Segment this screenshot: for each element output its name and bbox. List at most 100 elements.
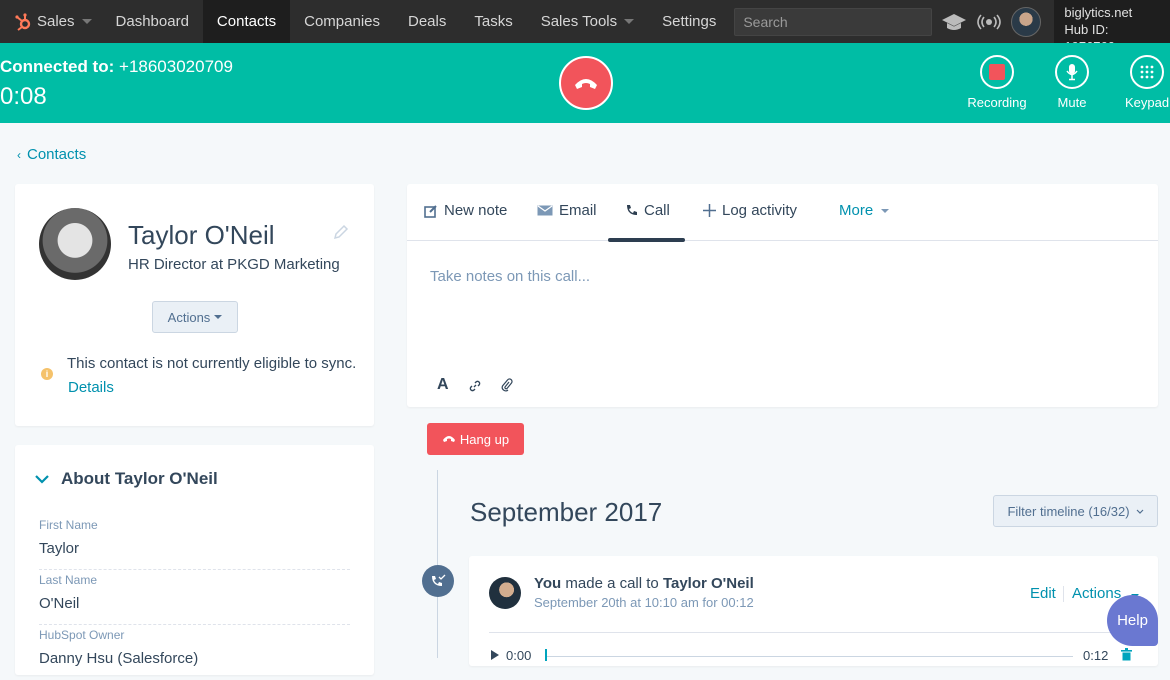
end-call-button[interactable] xyxy=(559,56,613,110)
user-avatar xyxy=(1011,6,1042,37)
contact-title: HR Director at PKGD Marketing xyxy=(128,256,340,273)
tab-label: Call xyxy=(644,202,670,219)
user-menu[interactable] xyxy=(1007,0,1054,43)
record-icon xyxy=(989,64,1005,80)
tab-label: Email xyxy=(559,202,597,219)
activity-edit-link[interactable]: Edit xyxy=(1030,585,1056,602)
notifications-broadcast-icon[interactable] xyxy=(972,0,1007,43)
keypad-button[interactable]: Keypad xyxy=(1112,55,1170,110)
microphone-icon xyxy=(1066,64,1078,81)
connected-status: Connected to: +18603020709 xyxy=(0,57,233,77)
nav-companies[interactable]: Companies xyxy=(290,0,394,43)
recording-button[interactable]: Recording xyxy=(962,55,1032,110)
chevron-down-icon xyxy=(1136,509,1143,514)
field-label: HubSpot Owner xyxy=(39,628,125,642)
caret-down-icon xyxy=(624,19,635,24)
tab-new-note[interactable]: New note xyxy=(424,202,507,219)
field-value: O'Neil xyxy=(39,595,80,612)
contact-actions-button[interactable]: Actions xyxy=(152,301,238,333)
about-section-toggle[interactable]: About Taylor O'Neil xyxy=(35,469,218,489)
nav-contacts[interactable]: Contacts xyxy=(202,0,291,43)
connected-phone: +18603020709 xyxy=(119,57,233,76)
caret-down-icon xyxy=(81,19,92,24)
tab-label: Log activity xyxy=(722,202,798,219)
chevron-down-icon xyxy=(35,474,49,484)
timeline-line xyxy=(437,470,438,658)
phone-icon xyxy=(627,205,637,215)
mute-label: Mute xyxy=(1057,95,1087,110)
mute-button[interactable]: Mute xyxy=(1037,55,1107,110)
actions-label: Actions xyxy=(167,309,211,325)
tab-log-activity[interactable]: Log activity xyxy=(703,202,797,219)
contact-avatar xyxy=(39,208,111,280)
keypad-icon xyxy=(1140,65,1154,79)
field-label: First Name xyxy=(39,518,98,532)
caret-down-icon xyxy=(214,315,223,319)
tab-call[interactable]: Call xyxy=(625,202,670,219)
connected-label: Connected to: xyxy=(0,57,115,76)
hang-up-icon xyxy=(575,79,597,89)
call-completed-icon xyxy=(422,565,454,597)
search-input[interactable] xyxy=(734,7,933,36)
attachment-icon[interactable] xyxy=(501,378,513,397)
first-name-field[interactable]: First Name Taylor xyxy=(39,515,350,570)
chevron-down-icon xyxy=(881,208,890,213)
academy-icon[interactable] xyxy=(936,0,971,43)
activity-action: made a call to xyxy=(561,575,663,592)
tab-label: More xyxy=(839,202,874,219)
about-card: About Taylor O'Neil First Name Taylor La… xyxy=(15,445,374,675)
filter-label: Filter timeline (16/32) xyxy=(1007,503,1130,519)
filter-timeline-button[interactable]: Filter timeline (16/32) xyxy=(993,495,1158,527)
activity-timestamp: September 20th at 10:10 am for 00:12 xyxy=(534,595,754,610)
hubspot-logo-icon xyxy=(15,12,31,31)
keypad-label: Keypad xyxy=(1124,95,1170,110)
actions-label: Actions xyxy=(1072,585,1122,602)
help-button[interactable]: Help xyxy=(1107,595,1158,646)
hang-up-icon xyxy=(442,436,455,442)
active-tab-indicator xyxy=(608,238,685,242)
pencil-edit-icon[interactable] xyxy=(333,224,349,245)
back-to-contacts-link[interactable]: ‹ Contacts xyxy=(17,146,86,163)
activity-title: You made a call to Taylor O'Neil xyxy=(534,575,754,592)
nav-sales-tools[interactable]: Sales Tools xyxy=(527,0,648,43)
tab-label: New note xyxy=(444,202,508,219)
hang-up-button[interactable]: Hang up xyxy=(427,423,524,455)
last-name-field[interactable]: Last Name O'Neil xyxy=(39,570,350,625)
call-notes-input[interactable] xyxy=(430,268,1130,285)
link-icon[interactable] xyxy=(469,379,481,397)
brand-label: Sales xyxy=(37,13,75,30)
tab-more[interactable]: More xyxy=(839,202,890,219)
divider xyxy=(489,632,1139,633)
audio-progress-track[interactable] xyxy=(545,656,1073,657)
account-info[interactable]: biglytics.net Hub ID: 1976760 xyxy=(1054,0,1170,54)
field-value: Taylor xyxy=(39,540,80,557)
top-nav: Sales Dashboard Contacts Companies Deals… xyxy=(0,0,1170,54)
divider xyxy=(1063,586,1064,602)
account-domain: biglytics.net xyxy=(1064,5,1133,20)
sync-warning-text: This contact is not currently eligible t… xyxy=(67,355,357,372)
activity-editor: New note Email Call Log activity More A xyxy=(407,184,1158,407)
nav-dashboard[interactable]: Dashboard xyxy=(102,0,203,43)
trash-icon[interactable] xyxy=(1121,648,1132,664)
nav-tasks[interactable]: Tasks xyxy=(460,0,526,43)
user-avatar xyxy=(489,577,521,609)
sync-details-link[interactable]: Details xyxy=(68,379,114,396)
activity-target: Taylor O'Neil xyxy=(662,575,754,592)
chevron-left-icon: ‹ xyxy=(17,148,21,162)
hang-up-label: Hang up xyxy=(459,431,510,447)
text-format-icon[interactable]: A xyxy=(437,376,449,394)
recording-label: Recording xyxy=(967,95,1027,110)
nav-settings[interactable]: Settings xyxy=(648,0,730,43)
plus-icon xyxy=(703,204,716,217)
about-heading: About Taylor O'Neil xyxy=(61,469,218,488)
call-recording-player: 0:00 0:12 xyxy=(489,648,1139,664)
play-icon[interactable] xyxy=(491,650,499,660)
activity-actor: You xyxy=(534,575,562,592)
nav-deals[interactable]: Deals xyxy=(394,0,460,43)
audio-progress-handle[interactable] xyxy=(545,649,547,661)
sales-hub-menu[interactable]: Sales xyxy=(0,0,92,43)
tab-email[interactable]: Email xyxy=(537,202,597,219)
hubspot-owner-field[interactable]: HubSpot Owner Danny Hsu (Salesforce) xyxy=(39,625,350,680)
call-timer: 0:08 xyxy=(0,83,47,110)
activity-tabs: New note Email Call Log activity More xyxy=(407,184,1158,242)
